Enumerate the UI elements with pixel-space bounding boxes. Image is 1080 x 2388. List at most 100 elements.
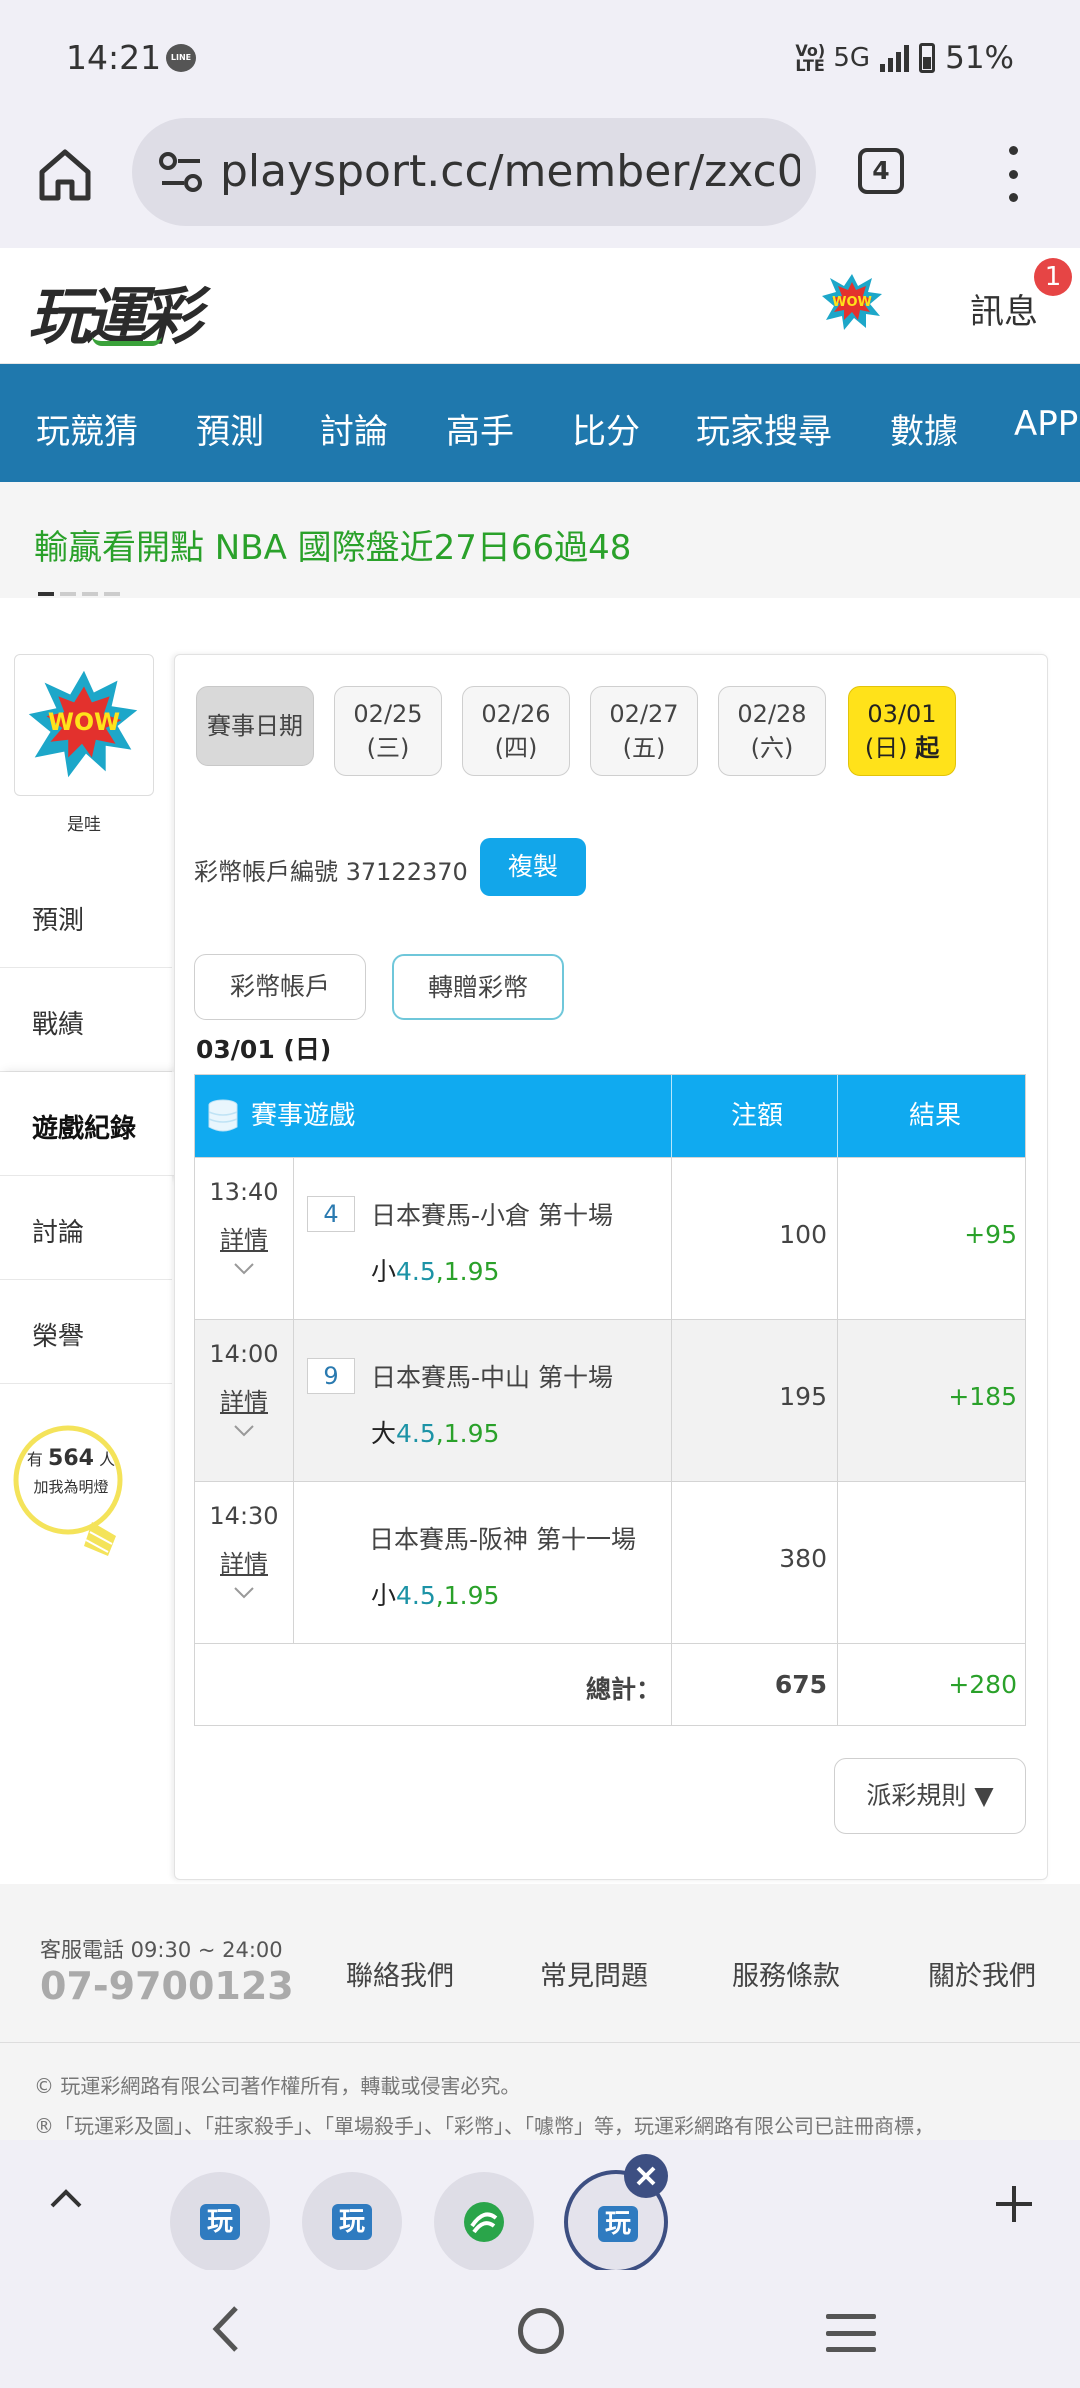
site-footer: 客服電話 09:30 ~ 24:00 07-9700123 聯絡我們 常見問題 … bbox=[0, 1884, 1080, 2140]
home-circle-icon[interactable] bbox=[518, 2308, 564, 2354]
header-bet: 注額 bbox=[730, 1101, 783, 1131]
day-title: 03/01 (日) bbox=[196, 1035, 332, 1064]
match-time: 14:00 bbox=[209, 1340, 279, 1368]
wow-avatar-icon[interactable]: WOW bbox=[820, 272, 884, 332]
browser-toolbar: playsport.cc/member/zxc010 4 bbox=[0, 118, 1080, 248]
sidebar-item-discuss[interactable]: 討論 bbox=[0, 1176, 172, 1280]
payout-rules-button[interactable]: 派彩規則 ▼ bbox=[834, 1758, 1026, 1834]
bet-amount: 100 bbox=[779, 1220, 827, 1249]
messages-link[interactable]: 訊息 bbox=[970, 284, 1038, 333]
header-result: 結果 bbox=[908, 1101, 961, 1131]
footer-link-faq[interactable]: 常見問題 bbox=[540, 1954, 648, 1993]
tab-thumbnail-1[interactable]: 玩 bbox=[170, 2172, 270, 2272]
sidebar-item-game-log[interactable]: 遊戲紀錄 bbox=[0, 1072, 176, 1176]
tab-switcher-button[interactable]: 4 bbox=[858, 148, 904, 194]
date-button-0228[interactable]: 02/28 (六) bbox=[718, 686, 826, 776]
tab-thumbnail-2[interactable]: 玩 bbox=[302, 2172, 402, 2272]
nav-item-data[interactable]: 數據 bbox=[890, 404, 958, 453]
gift-coins-button[interactable]: 轉贈彩幣 bbox=[392, 954, 564, 1020]
table-row: 14:00 詳情 9 日本賽馬-中山 第十場 大4.5,1.95 195 +18… bbox=[195, 1319, 1025, 1481]
ticker-pager bbox=[38, 592, 120, 596]
bet-amount: 195 bbox=[779, 1382, 827, 1411]
total-result: +280 bbox=[948, 1670, 1017, 1699]
table-row: 13:40 詳情 4 日本賽馬-小倉 第十場 小4.5,1.95 100 +95 bbox=[195, 1157, 1025, 1319]
avatar[interactable]: WOW bbox=[14, 654, 154, 796]
wow-avatar-large-icon: WOW bbox=[28, 670, 138, 778]
footer-link-about[interactable]: 關於我們 bbox=[928, 1954, 1036, 1993]
bet-amount: 380 bbox=[779, 1544, 827, 1573]
copy-button[interactable]: 複製 bbox=[480, 838, 586, 896]
bet-pick: 大4.5,1.95 bbox=[371, 1419, 500, 1448]
details-link[interactable]: 詳情 bbox=[195, 1220, 293, 1255]
line-notification-icon: LINE bbox=[166, 44, 196, 72]
sidebar-item-record[interactable]: 戰績 bbox=[0, 968, 172, 1072]
copyright-text: © 玩運彩網路有限公司著作權所有，轉載或侵害必究。 bbox=[34, 2074, 521, 2098]
browser-tab-strip: 玩 玩 玩 bbox=[0, 2140, 1080, 2274]
date-text: 02/28 bbox=[737, 700, 807, 728]
svg-text:WOW: WOW bbox=[832, 295, 872, 310]
sidebar-item-honors[interactable]: 榮譽 bbox=[0, 1280, 172, 1384]
details-link[interactable]: 詳情 bbox=[195, 1544, 293, 1579]
chevron-up-icon[interactable] bbox=[48, 2188, 84, 2210]
chevron-down-icon[interactable] bbox=[233, 1262, 255, 1276]
system-nav-bar bbox=[0, 2270, 1080, 2388]
pick-line: 4.5 bbox=[396, 1419, 436, 1448]
table-header: 賽事遊戲 注額 結果 bbox=[195, 1075, 1025, 1157]
match-name: 日本賽馬-小倉 第十場 bbox=[371, 1201, 613, 1230]
playsport-favicon-icon: 玩 bbox=[200, 2204, 240, 2240]
network-type: 5G bbox=[833, 43, 871, 73]
chevron-down-icon[interactable] bbox=[233, 1586, 255, 1600]
home-icon[interactable] bbox=[36, 146, 94, 204]
weekday-text: (五) bbox=[622, 734, 666, 762]
pick-line: 4.5 bbox=[396, 1581, 436, 1610]
tab-thumbnail-3[interactable] bbox=[434, 2172, 534, 2272]
new-tab-icon[interactable] bbox=[994, 2184, 1034, 2224]
status-bar: 14:21 LINE Vo) LTE 5G 51% bbox=[0, 0, 1080, 118]
nav-item-experts[interactable]: 高手 bbox=[446, 404, 514, 453]
date-button-0225[interactable]: 02/25 (三) bbox=[334, 686, 442, 776]
messages-badge: 1 bbox=[1034, 258, 1072, 296]
weekday-text: (三) bbox=[366, 734, 410, 762]
nav-item-guess[interactable]: 玩競猜 bbox=[36, 404, 138, 453]
coin-account-button[interactable]: 彩幣帳戶 bbox=[194, 954, 366, 1020]
pick-side: 大 bbox=[371, 1419, 397, 1448]
battery-icon bbox=[919, 43, 936, 73]
date-button-0226[interactable]: 02/26 (四) bbox=[462, 686, 570, 776]
address-bar[interactable]: playsport.cc/member/zxc010 bbox=[132, 118, 816, 226]
green-app-favicon-icon bbox=[464, 2202, 504, 2242]
main-nav: 玩競猜 預測 討論 高手 比分 玩家搜尋 數據 APP bbox=[0, 364, 1080, 482]
back-icon[interactable] bbox=[206, 2304, 246, 2354]
sidebar-item-predict[interactable]: 預測 bbox=[0, 864, 172, 968]
table-row: 14:30 詳情 日本賽馬-阪神 第十一場 小4.5,1.95 380 bbox=[195, 1481, 1025, 1643]
browser-menu-icon[interactable] bbox=[1004, 146, 1022, 202]
total-amount: 675 bbox=[774, 1670, 827, 1699]
nav-item-discuss[interactable]: 討論 bbox=[320, 404, 388, 453]
recent-apps-icon[interactable] bbox=[826, 2314, 876, 2352]
date-text: 02/25 bbox=[353, 700, 423, 728]
service-phone[interactable]: 07-9700123 bbox=[40, 1964, 294, 2008]
nav-item-player-search[interactable]: 玩家搜尋 bbox=[696, 404, 832, 453]
game-log-table: 賽事遊戲 注額 結果 13:40 詳情 4 日本賽馬-小倉 第十場 小4.5,1… bbox=[194, 1074, 1026, 1726]
date-button-0227[interactable]: 02/27 (五) bbox=[590, 686, 698, 776]
chevron-down-icon[interactable] bbox=[233, 1424, 255, 1438]
date-button-0301[interactable]: 03/01 (日) 起 bbox=[848, 686, 956, 776]
site-settings-icon[interactable] bbox=[158, 150, 204, 194]
follow-caption[interactable]: 加我為明燈 bbox=[16, 1476, 126, 1497]
match-time: 14:30 bbox=[209, 1502, 279, 1530]
footer-link-contact[interactable]: 聯絡我們 bbox=[346, 1954, 454, 1993]
site-header: 玩運彩 WOW 訊息 1 bbox=[0, 248, 1080, 364]
nav-item-predict[interactable]: 預測 bbox=[196, 404, 264, 453]
nav-item-scores[interactable]: 比分 bbox=[572, 404, 640, 453]
ticker-text[interactable]: 輸贏看開點 NBA 國際盤近27日66過48 bbox=[34, 520, 631, 569]
date-from-suffix: 起 bbox=[915, 734, 940, 762]
service-hours: 客服電話 09:30 ~ 24:00 bbox=[40, 1938, 283, 1962]
details-link[interactable]: 詳情 bbox=[195, 1382, 293, 1417]
nav-item-app[interactable]: APP bbox=[1014, 404, 1078, 444]
pick-odds: 1.95 bbox=[443, 1581, 500, 1610]
pick-odds: 1.95 bbox=[443, 1257, 500, 1286]
url-text[interactable]: playsport.cc/member/zxc010 bbox=[220, 146, 800, 197]
footer-link-terms[interactable]: 服務條款 bbox=[732, 1954, 840, 1993]
weekday-text: (六) bbox=[750, 734, 794, 762]
playsport-favicon-icon: 玩 bbox=[332, 2204, 372, 2240]
close-tab-icon[interactable] bbox=[624, 2154, 668, 2198]
